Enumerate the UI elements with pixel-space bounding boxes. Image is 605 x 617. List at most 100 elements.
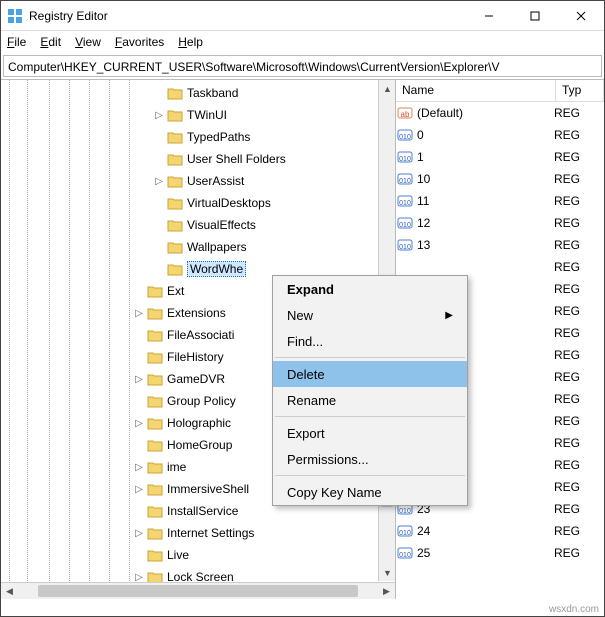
value-name: 10 [414,172,554,186]
menu-item-find[interactable]: Find... [273,328,467,354]
expander-icon[interactable]: ▷ [131,462,147,473]
close-button[interactable] [558,1,604,31]
expander-icon[interactable]: ▷ [131,528,147,539]
maximize-button[interactable] [512,1,558,31]
list-row[interactable]: ab(Default)REG [396,102,604,124]
tree-horizontal-scrollbar[interactable]: ◀ ▶ [1,582,395,599]
tree-item-internet-settings[interactable]: ▷Internet Settings [1,522,395,544]
column-type[interactable]: Typ [556,80,604,101]
titlebar: Registry Editor [1,1,604,31]
value-type: REG [554,172,604,186]
folder-icon [167,108,183,122]
tree-item-live[interactable]: Live [1,544,395,566]
scroll-right-button[interactable]: ▶ [378,583,395,599]
tree-item-label: Holographic [167,416,231,430]
svg-text:ab: ab [401,110,410,119]
column-name[interactable]: Name [396,80,556,101]
svg-text:010: 010 [399,552,411,559]
tree-item-visualeffects[interactable]: VisualEffects [1,214,395,236]
svg-text:010: 010 [399,178,411,185]
menu-item-delete[interactable]: Delete [273,361,467,387]
expander-icon[interactable]: ▷ [131,572,147,583]
expander-icon[interactable]: ▷ [131,418,147,429]
menubar: File Edit View Favorites Help [1,31,604,53]
list-row[interactable]: 01025REG [396,542,604,564]
list-row[interactable]: 01013REG [396,234,604,256]
menu-edit[interactable]: Edit [40,35,61,49]
menu-favorites[interactable]: Favorites [115,35,164,49]
tree-item-typedpaths[interactable]: TypedPaths [1,126,395,148]
value-name: 12 [414,216,554,230]
menu-help[interactable]: Help [178,35,203,49]
minimize-button[interactable] [466,1,512,31]
tree-item-label: VirtualDesktops [187,196,271,210]
tree-item-label: Ext [167,284,184,298]
scroll-left-button[interactable]: ◀ [1,583,18,599]
folder-icon [167,152,183,166]
value-type: REG [554,282,604,296]
folder-icon [167,262,183,276]
scroll-up-button[interactable]: ▲ [379,80,396,97]
menu-item-label: Find... [287,334,323,349]
scroll-down-button[interactable]: ▼ [379,564,396,581]
expander-icon[interactable]: ▷ [131,308,147,319]
value-type: REG [554,150,604,164]
tree-item-label: Extensions [167,306,226,320]
folder-icon [147,460,163,474]
tree-item-label: FileHistory [167,350,224,364]
folder-icon [147,482,163,496]
value-name: (Default) [414,106,554,120]
menu-view[interactable]: View [75,35,101,49]
menu-item-export[interactable]: Export [273,420,467,446]
menu-item-expand[interactable]: Expand [273,276,467,302]
menu-item-rename[interactable]: Rename [273,387,467,413]
tree-item-label: WordWhe [187,261,246,277]
expander-icon[interactable]: ▷ [151,176,167,187]
menu-item-label: Rename [287,393,336,408]
value-type: REG [554,194,604,208]
tree-item-label: Wallpapers [187,240,247,254]
value-type: REG [554,502,604,516]
list-row[interactable]: 01011REG [396,190,604,212]
tree-item-label: FileAssociati [167,328,234,342]
tree-item-twinui[interactable]: ▷TWinUI [1,104,395,126]
value-name: 1 [414,150,554,164]
tree-item-label: HomeGroup [167,438,232,452]
list-header: Name Typ [396,80,604,102]
menu-item-new[interactable]: New▶ [273,302,467,328]
expander-icon[interactable]: ▷ [151,110,167,121]
window-controls [466,1,604,31]
list-row[interactable]: 01012REG [396,212,604,234]
tree-item-virtualdesktops[interactable]: VirtualDesktops [1,192,395,214]
list-row[interactable]: 01024REG [396,520,604,542]
value-type: REG [554,524,604,538]
menu-item-permissions[interactable]: Permissions... [273,446,467,472]
folder-icon [147,416,163,430]
value-type: REG [554,436,604,450]
svg-text:010: 010 [399,530,411,537]
submenu-arrow-icon: ▶ [445,310,453,321]
tree-item-label: ImmersiveShell [167,482,249,496]
tree-item-taskband[interactable]: Taskband [1,82,395,104]
menu-file[interactable]: File [7,35,26,49]
address-bar[interactable]: Computer\HKEY_CURRENT_USER\Software\Micr… [3,55,602,77]
folder-icon [147,284,163,298]
folder-icon [167,86,183,100]
expander-icon[interactable]: ▷ [131,484,147,495]
value-type: REG [554,128,604,142]
tree-item-wallpapers[interactable]: Wallpapers [1,236,395,258]
folder-icon [167,174,183,188]
menu-item-copy-key-name[interactable]: Copy Key Name [273,479,467,505]
folder-icon [167,240,183,254]
list-row[interactable]: 0100REG [396,124,604,146]
watermark: wsxdn.com [549,604,599,615]
folder-icon [147,438,163,452]
svg-text:010: 010 [399,508,411,515]
tree-item-user-shell-folders[interactable]: User Shell Folders [1,148,395,170]
list-row[interactable]: 0101REG [396,146,604,168]
list-row[interactable]: 01010REG [396,168,604,190]
folder-icon [147,394,163,408]
tree-item-userassist[interactable]: ▷UserAssist [1,170,395,192]
svg-text:010: 010 [399,222,411,229]
expander-icon[interactable]: ▷ [131,374,147,385]
